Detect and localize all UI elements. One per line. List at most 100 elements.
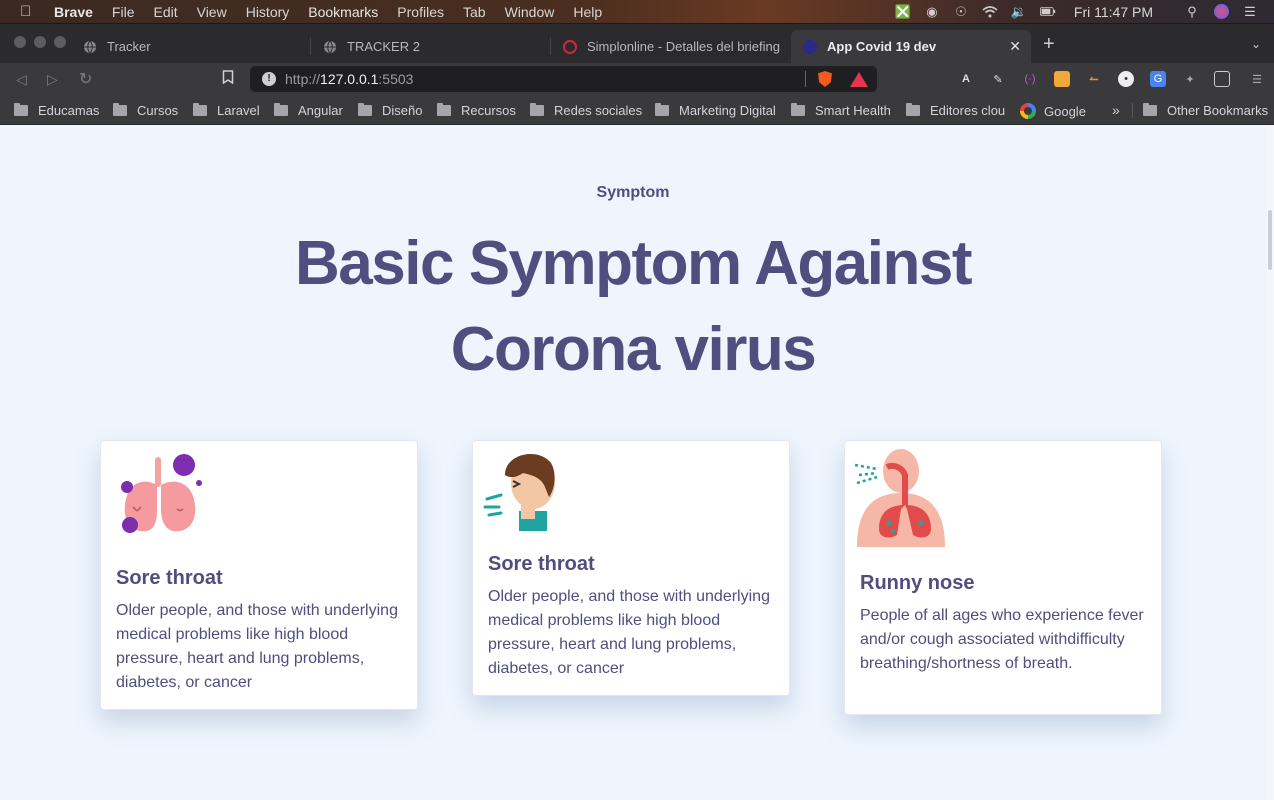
notes-extension-icon[interactable] [1054,71,1070,87]
tab-title: Simplonline - Detalles del briefing [587,39,780,54]
bookmark-folder-laravel[interactable]: Laravel [193,103,260,118]
symptom-card: Sore throat Older people, and those with… [100,440,418,710]
screen-record-icon[interactable]: ◉ [924,4,940,19]
tab-app-covid[interactable]: App Covid 19 dev ✕ [791,30,1031,63]
card-description: People of all ages who experience fever … [860,607,1144,672]
translate-extension-icon[interactable]: А [958,71,974,87]
radio-extension-icon[interactable]: (·) [1022,71,1038,87]
tab-tracker-2[interactable]: TRACKER 2 [311,30,551,63]
menu-brave[interactable]: Brave [54,4,93,20]
user-avatar-icon[interactable] [1213,4,1229,19]
folder-icon [14,103,28,116]
google-icon [1020,103,1036,119]
simplonline-logo-icon [563,39,577,54]
reload-button[interactable]: ↻ [79,69,92,89]
coughing-person-icon [483,447,563,536]
back-button[interactable]: ◁ [16,71,27,88]
folder-icon [791,103,805,116]
bookmark-folder-editores[interactable]: Editores clou [906,103,1005,118]
spotlight-search-icon[interactable]: ⚲ [1184,4,1200,19]
bookmark-folder-marketing-digital[interactable]: Marketing Digital [655,103,776,118]
menu-bookmarks[interactable]: Bookmarks [308,4,378,20]
browser-tab-strip: Tracker TRACKER 2 Simplonline - Detalles… [0,23,1274,63]
notification-center-icon[interactable]: ☰ [1242,4,1258,19]
pen-extension-icon[interactable]: ✎ [990,71,1006,87]
page-content: Symptom Basic Symptom Against Corona vir… [0,126,1266,800]
menu-profiles[interactable]: Profiles [397,4,444,20]
folder-icon [655,103,669,116]
bookmark-folder-redes-sociales[interactable]: Redes sociales [530,103,642,118]
card-description: Older people, and those with underlying … [488,588,770,677]
scrollbar-thumb[interactable] [1268,210,1272,270]
menu-history[interactable]: History [246,4,290,20]
folder-icon [906,103,920,116]
menu-help[interactable]: Help [573,4,602,20]
tab-tracker[interactable]: Tracker [71,30,311,63]
forward-button[interactable]: ▷ [47,71,58,88]
apple-icon[interactable]:  [20,3,36,20]
close-tab-icon[interactable]: ✕ [1009,38,1021,55]
tab-search-chevron-icon[interactable]: ⌄ [1251,37,1261,51]
more-bookmarks-chevron-icon[interactable]: » [1112,102,1120,118]
wallet-icon[interactable] [1214,71,1230,87]
bookmark-folder-educamas[interactable]: Educamas [14,103,99,118]
tab-title: App Covid 19 dev [827,39,937,54]
menu-file[interactable]: File [112,4,135,20]
wifi-icon[interactable] [982,5,998,19]
bookmark-folder-cursos[interactable]: Cursos [113,103,178,118]
tab-title: Tracker [107,39,151,54]
window-zoom-button[interactable] [54,36,66,48]
page-scrollbar[interactable] [1266,126,1274,800]
brave-shields-icon[interactable] [818,71,832,87]
mute-icon[interactable]: ❎ [895,4,911,19]
bookmark-other-bookmarks[interactable]: Other Bookmarks [1143,103,1268,118]
menu-view[interactable]: View [197,4,227,20]
menubar-clock[interactable]: Fri 11:47 PM [1074,4,1153,20]
browser-menu-icon[interactable]: ☰ [1249,71,1265,87]
bookmark-google[interactable]: Google [1020,103,1086,119]
symptom-card: Runny nose People of all ages who experi… [844,440,1162,715]
battery-icon[interactable] [1039,5,1056,19]
extensions-puzzle-icon[interactable]: ✦ [1182,71,1198,87]
bookmark-page-icon[interactable] [222,70,234,87]
bookmark-folder-diseno[interactable]: Diseño [358,103,422,118]
folder-icon [530,103,544,116]
card-description: Older people, and those with underlying … [116,602,398,691]
devtools-extension-icon[interactable]: • [1118,71,1134,87]
card-title: Sore throat [488,553,595,575]
volume-icon[interactable]: 🔉 [1011,4,1027,19]
section-eyebrow: Symptom [596,184,670,201]
globe-icon [83,40,97,54]
folder-icon [193,103,207,116]
bookmark-folder-smart-health[interactable]: Smart Health [791,103,891,118]
google-translate-icon[interactable]: G [1150,71,1166,87]
menu-edit[interactable]: Edit [153,4,177,20]
git-extension-icon[interactable]: ↼ [1086,71,1102,87]
globe-icon [323,40,337,54]
bookmarks-bar: Educamas Cursos Laravel Angular Diseño R… [0,95,1274,125]
folder-icon [358,103,372,116]
folder-icon [274,103,288,116]
bookmark-folder-recursos[interactable]: Recursos [437,103,516,118]
folder-icon [437,103,451,116]
card-title: Runny nose [860,572,975,594]
card-title: Sore throat [116,567,223,589]
accessibility-icon[interactable]: ☉ [953,4,969,19]
address-bar[interactable]: ! http://127.0.0.1:5503 [250,66,877,92]
window-close-button[interactable] [14,36,26,48]
tab-simplonline[interactable]: Simplonline - Detalles del briefing [551,30,791,63]
tab-title: TRACKER 2 [347,39,420,54]
menu-tab[interactable]: Tab [463,4,486,20]
brave-rewards-icon[interactable] [850,72,868,87]
macos-menu-bar:  Brave File Edit View History Bookmarks… [0,0,1274,23]
lungs-virus-icon [113,447,207,546]
site-info-icon[interactable]: ! [262,72,276,86]
folder-icon [113,103,127,116]
folder-icon [1143,103,1157,116]
menu-window[interactable]: Window [505,4,555,20]
window-minimize-button[interactable] [34,36,46,48]
new-tab-button[interactable]: + [1043,34,1055,54]
bookmark-folder-angular[interactable]: Angular [274,103,343,118]
respiratory-system-icon [851,447,951,552]
url-text[interactable]: http://127.0.0.1:5503 [285,71,413,87]
